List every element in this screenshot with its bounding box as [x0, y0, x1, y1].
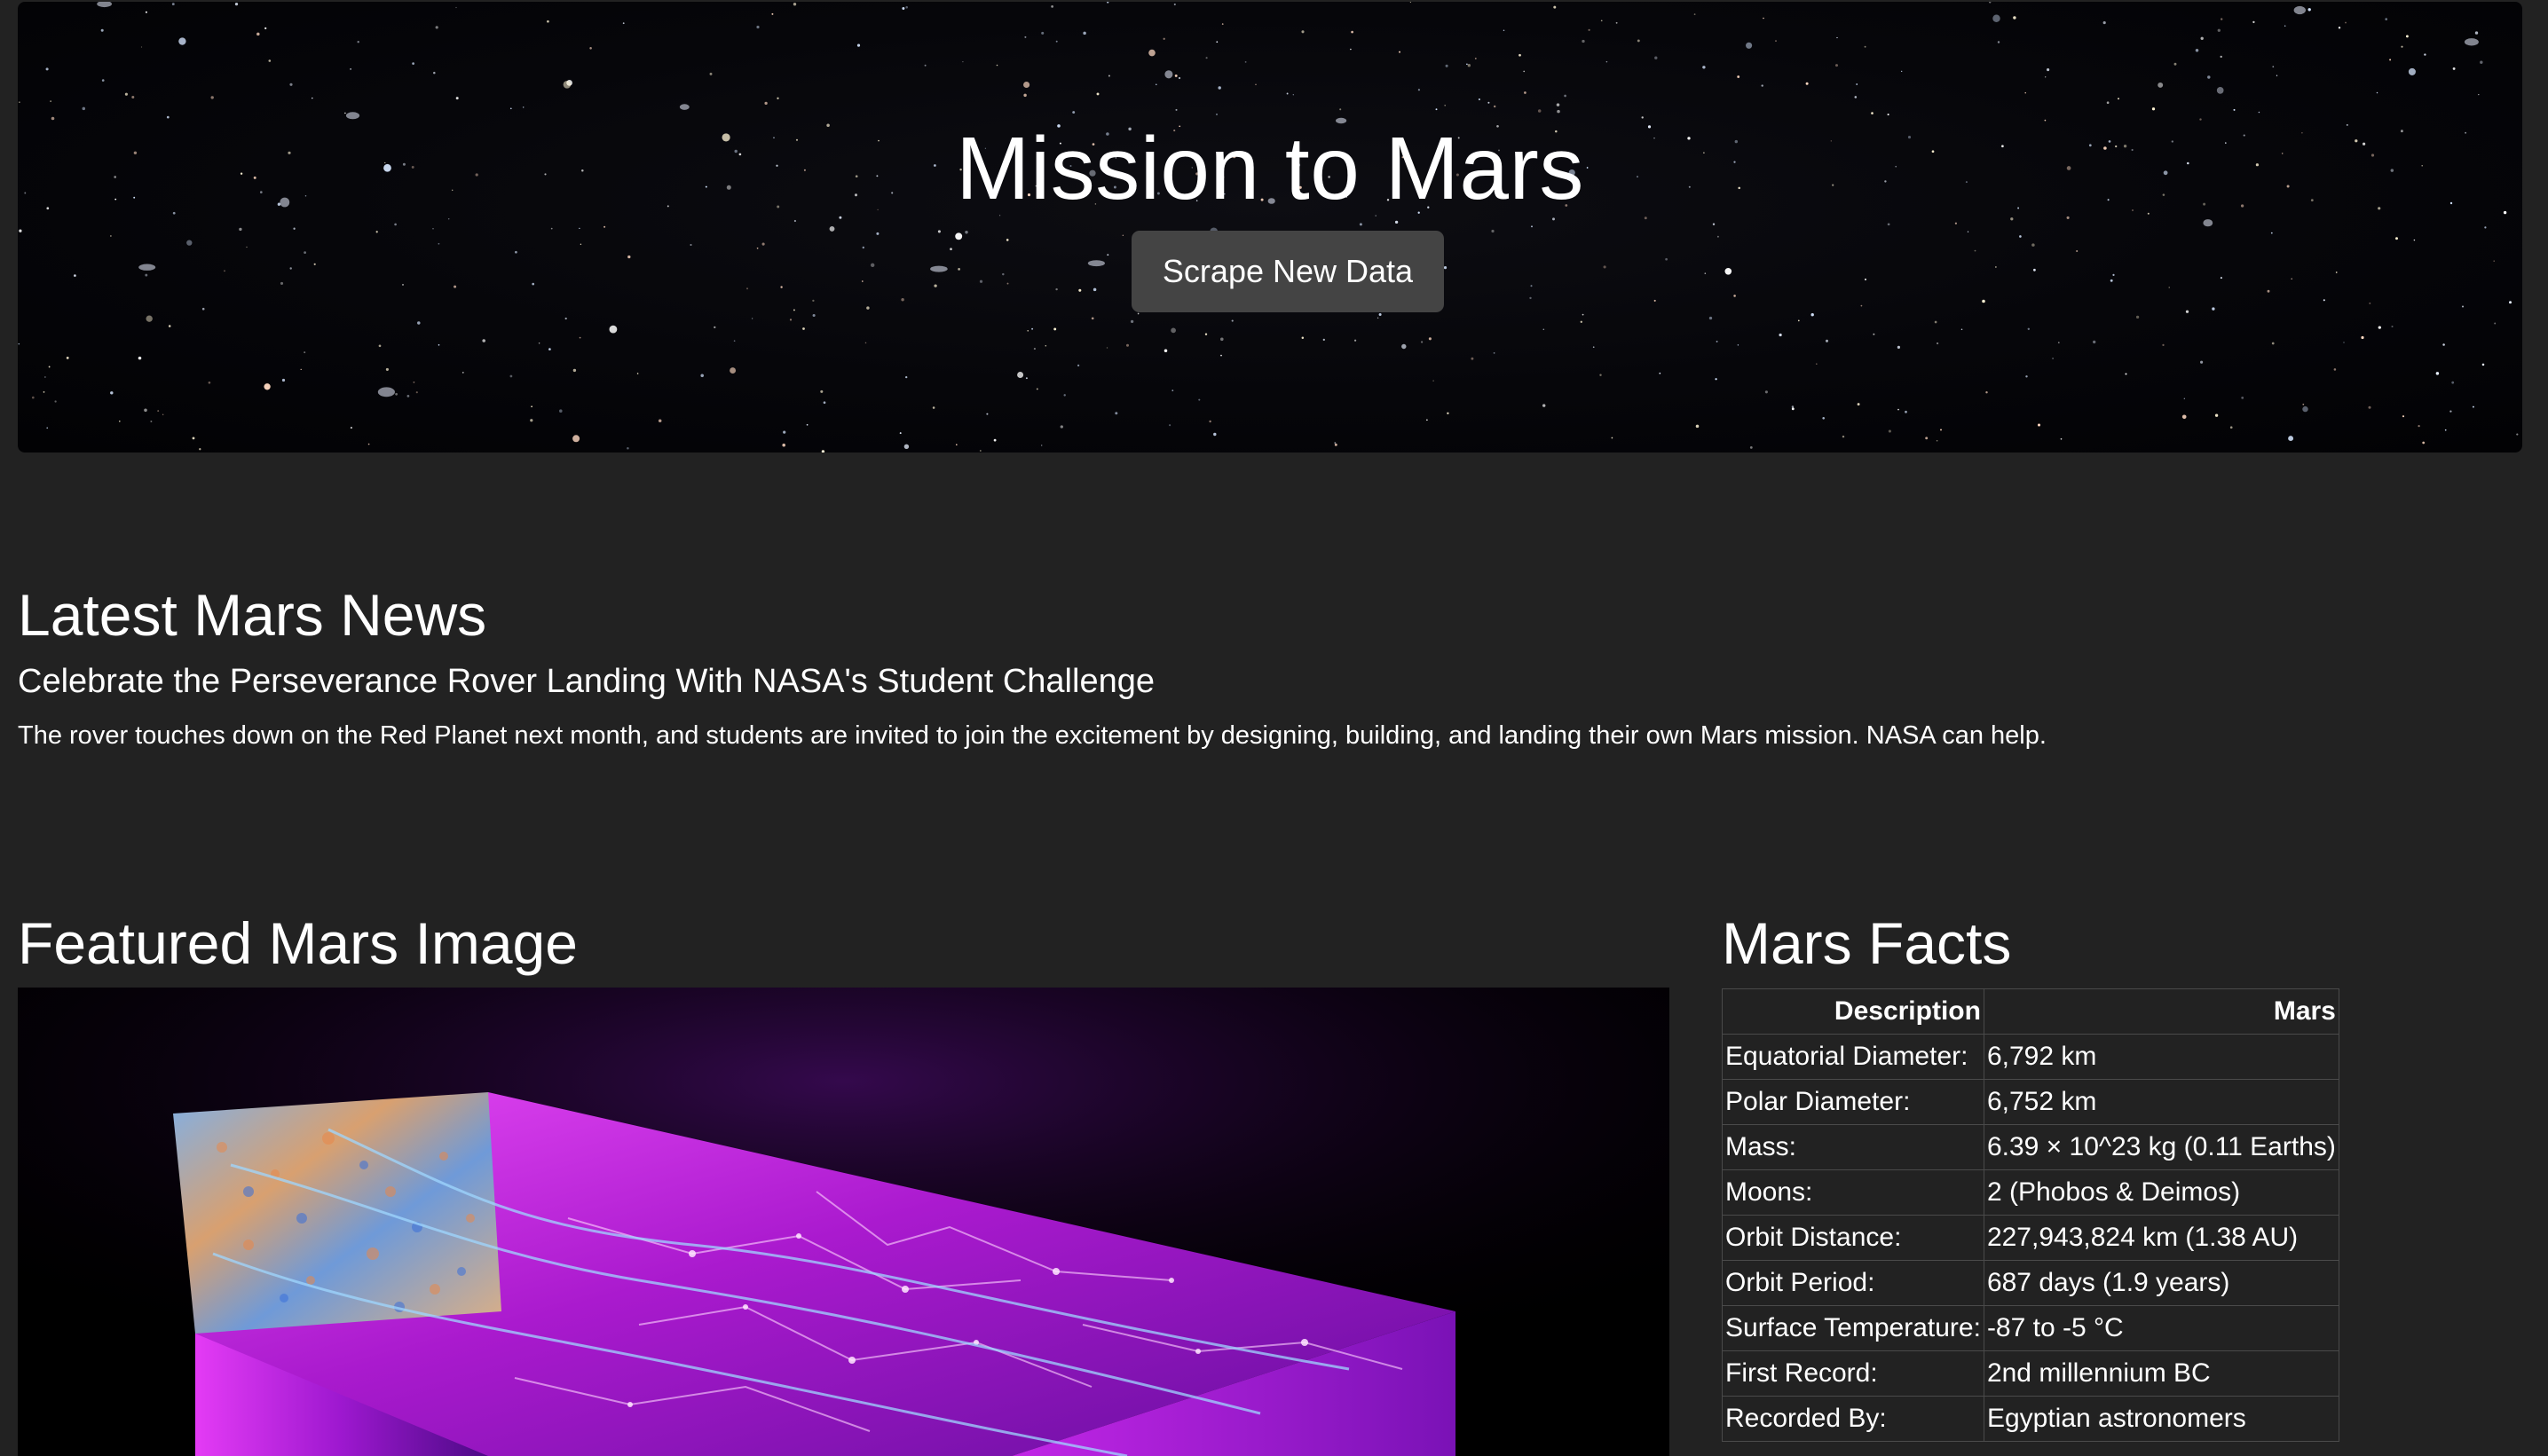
featured-image-heading: Featured Mars Image	[18, 910, 578, 976]
fact-value: 227,943,824 km (1.38 AU)	[1983, 1215, 2339, 1261]
featured-mars-image	[18, 988, 1669, 1456]
fact-value: 6.39 × 10^23 kg (0.11 Earths)	[1983, 1124, 2339, 1170]
fact-value: 6,792 km	[1983, 1034, 2339, 1080]
table-row: Recorded By: Egyptian astronomers	[1722, 1396, 2339, 1442]
scrape-new-data-button[interactable]: Scrape New Data	[1132, 231, 1444, 312]
fact-description: First Record:	[1722, 1350, 1984, 1397]
table-row: Surface Temperature: -87 to -5 °C	[1722, 1305, 2339, 1351]
fact-description: Moons:	[1722, 1169, 1984, 1216]
facts-column-header: Mars	[1983, 988, 2339, 1035]
fact-value: 6,752 km	[1983, 1079, 2339, 1125]
table-row: Equatorial Diameter: 6,792 km	[1722, 1034, 2339, 1080]
fact-value: 2nd millennium BC	[1983, 1350, 2339, 1397]
table-row: Mass: 6.39 × 10^23 kg (0.11 Earths)	[1722, 1124, 2339, 1170]
fact-description: Orbit Period:	[1722, 1260, 1984, 1306]
fact-description: Orbit Distance:	[1722, 1215, 1984, 1261]
fact-value: Egyptian astronomers	[1983, 1396, 2339, 1442]
table-row: First Record: 2nd millennium BC	[1722, 1350, 2339, 1397]
news-section-heading: Latest Mars News	[18, 582, 487, 648]
fact-description: Equatorial Diameter:	[1722, 1034, 1984, 1080]
page: Mission to Mars Scrape New Data Latest M…	[0, 0, 2548, 1456]
page-title: Mission to Mars	[956, 119, 1584, 218]
facts-table-header-row: Description Mars	[1722, 988, 2339, 1035]
fact-value: -87 to -5 °C	[1983, 1305, 2339, 1351]
table-row: Moons: 2 (Phobos & Deimos)	[1722, 1169, 2339, 1216]
fact-description: Polar Diameter:	[1722, 1079, 1984, 1125]
mars-facts-table: Description Mars Equatorial Diameter: 6,…	[1722, 988, 2339, 1442]
facts-column-header: Description	[1722, 988, 1984, 1035]
fact-value: 687 days (1.9 years)	[1983, 1260, 2339, 1306]
table-row: Orbit Distance: 227,943,824 km (1.38 AU)	[1722, 1215, 2339, 1261]
hero-jumbotron: Mission to Mars Scrape New Data	[18, 2, 2522, 453]
fact-description: Mass:	[1722, 1124, 1984, 1170]
table-row: Polar Diameter: 6,752 km	[1722, 1079, 2339, 1125]
fact-description: Surface Temperature:	[1722, 1305, 1984, 1351]
news-article-title: Celebrate the Perseverance Rover Landing…	[18, 663, 1155, 700]
news-article-teaser: The rover touches down on the Red Planet…	[18, 721, 2047, 750]
mars-facts-heading: Mars Facts	[1722, 910, 2012, 976]
fact-value: 2 (Phobos & Deimos)	[1983, 1169, 2339, 1216]
starfield-background	[18, 2, 2519, 453]
featured-image-graphic	[18, 988, 1669, 1456]
fact-description: Recorded By:	[1722, 1396, 1984, 1442]
table-row: Orbit Period: 687 days (1.9 years)	[1722, 1260, 2339, 1306]
